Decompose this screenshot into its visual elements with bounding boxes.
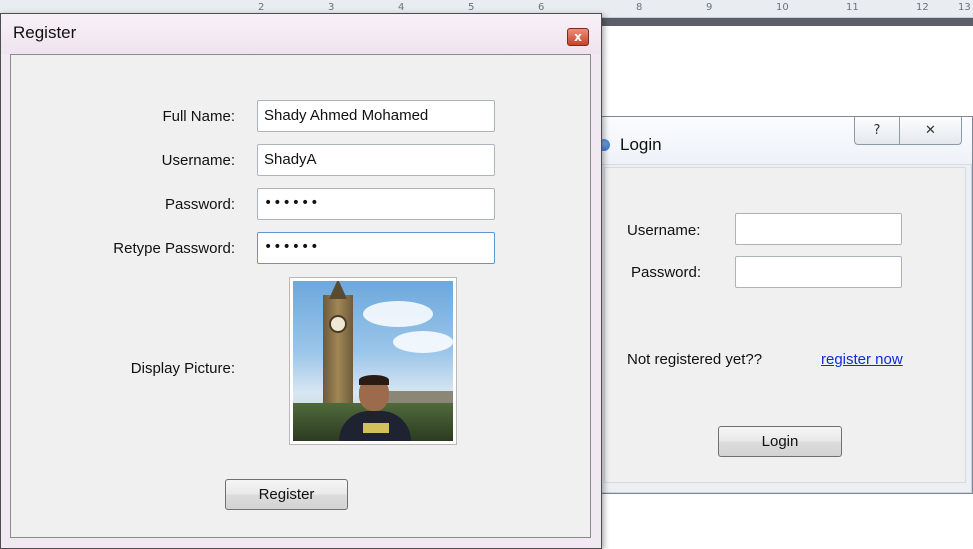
ruler-mark: 13	[958, 2, 971, 13]
person-hair	[359, 375, 389, 385]
desktop-stage: 2 3 4 5 6 8 9 10 11 12 13 Login ? ✕ User…	[0, 0, 973, 549]
not-registered-text: Not registered yet??	[627, 351, 763, 368]
ruler-mark: 2	[258, 2, 265, 13]
close-icon[interactable]: x	[567, 28, 589, 46]
register-content: Full Name: Shady Ahmed Mohamed Username:…	[10, 54, 591, 538]
login-window-title: Login	[620, 135, 662, 154]
register-button[interactable]: Register	[225, 479, 348, 510]
password-label: Password:	[164, 196, 235, 213]
cloud	[393, 331, 453, 353]
full-name-label: Full Name:	[162, 108, 235, 125]
display-picture-label: Display Picture:	[130, 360, 235, 377]
ruler-mark: 12	[916, 2, 929, 13]
login-titlebar[interactable]: Login ? ✕	[596, 117, 972, 165]
ruler-mark: 4	[398, 2, 405, 13]
register-titlebar[interactable]: Register x	[1, 14, 601, 54]
full-name-input[interactable]: Shady Ahmed Mohamed	[257, 100, 495, 132]
password-input[interactable]: ••••••	[257, 188, 495, 220]
ruler-mark: 8	[636, 2, 643, 13]
ruler-mark: 10	[776, 2, 789, 13]
register-window-title: Register	[13, 23, 77, 42]
display-picture-image	[293, 281, 453, 441]
ruler-mark: 11	[846, 2, 859, 13]
ruler-mark: 3	[328, 2, 335, 13]
register-now-link[interactable]: register now	[821, 351, 903, 368]
login-password-label: Password:	[631, 264, 702, 281]
login-content: Username: Password: Not registered yet??…	[604, 167, 966, 483]
display-picture[interactable]	[289, 277, 457, 445]
login-button[interactable]: Login	[718, 426, 842, 457]
background-ruler-edge	[600, 18, 973, 26]
login-username-label: Username:	[627, 222, 701, 239]
login-username-input[interactable]	[735, 213, 902, 245]
username-input[interactable]: ShadyA	[257, 144, 495, 176]
retype-password-input[interactable]: ••••••	[257, 232, 495, 264]
username-label: Username:	[161, 152, 235, 169]
help-icon[interactable]: ?	[854, 117, 900, 145]
ruler-mark: 9	[706, 2, 713, 13]
login-window: Login ? ✕ Username: Password: Not regist…	[595, 116, 973, 494]
retype-password-label: Retype Password:	[113, 240, 235, 257]
clock-face	[329, 315, 347, 333]
cloud	[363, 301, 433, 327]
clock-tower-spire	[329, 281, 347, 299]
shirt-print	[363, 423, 389, 433]
ruler-mark: 6	[538, 2, 545, 13]
register-window: Register x Full Name: Shady Ahmed Mohame…	[0, 13, 602, 549]
login-password-input[interactable]	[735, 256, 902, 288]
ruler-mark: 5	[468, 2, 475, 13]
close-icon[interactable]: ✕	[900, 117, 962, 145]
